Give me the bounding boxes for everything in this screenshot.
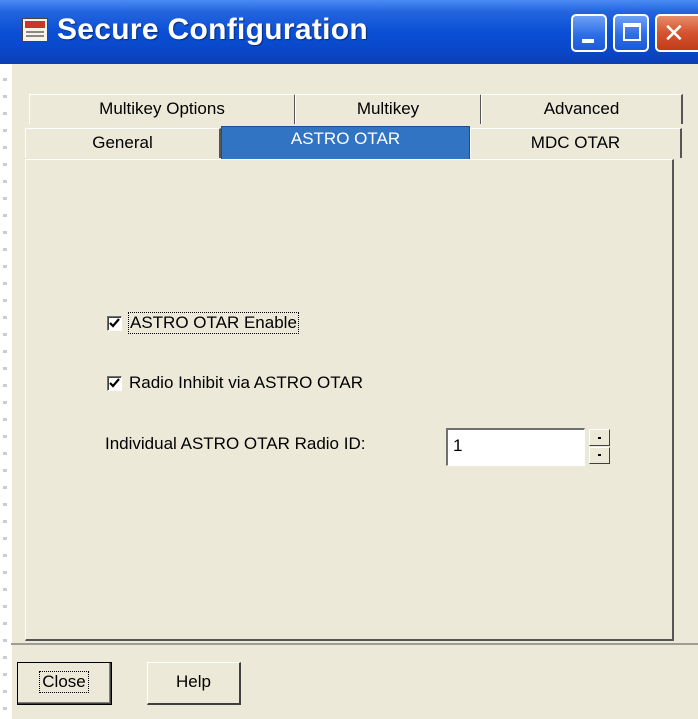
- spin-down-button[interactable]: [589, 447, 610, 464]
- maximize-button[interactable]: [613, 14, 649, 52]
- tab-mdc-otar[interactable]: MDC OTAR: [470, 128, 682, 158]
- tab-panel-astro-otar: [25, 159, 674, 641]
- left-edge-strip: [0, 64, 12, 719]
- close-button-label: Close: [39, 671, 89, 693]
- close-button[interactable]: Close: [17, 662, 112, 705]
- minimize-icon: [582, 39, 594, 43]
- doc-icon[interactable]: [22, 18, 48, 42]
- checkmark-icon: [109, 377, 120, 388]
- checkmark-icon: [109, 317, 120, 328]
- close-window-button[interactable]: ✕: [655, 14, 698, 52]
- secure-configuration-window: Secure Configuration ✕ Multikey Options …: [0, 0, 698, 719]
- tab-general[interactable]: General: [25, 128, 221, 158]
- radio-id-label: Individual ASTRO OTAR Radio ID:: [105, 434, 366, 453]
- title-bar[interactable]: Secure Configuration ✕: [0, 0, 698, 64]
- help-button[interactable]: Help: [147, 662, 241, 705]
- astro-otar-enable-checkbox[interactable]: [107, 315, 122, 331]
- spin-up-button[interactable]: [589, 429, 610, 446]
- radio-inhibit-checkbox[interactable]: [107, 375, 122, 391]
- down-arrow-icon: [598, 454, 601, 456]
- maximize-icon: [623, 23, 641, 41]
- tab-multikey-options[interactable]: Multikey Options: [29, 94, 296, 124]
- radio-id-input[interactable]: 1: [446, 428, 585, 466]
- divider: [11, 643, 698, 645]
- close-icon: ✕: [663, 19, 685, 49]
- window-title: Secure Configuration: [57, 13, 369, 46]
- radio-inhibit-label: Radio Inhibit via ASTRO OTAR: [129, 373, 363, 392]
- tab-advanced[interactable]: Advanced: [481, 94, 683, 124]
- up-arrow-icon: [598, 437, 601, 439]
- tab-astro-otar[interactable]: ASTRO OTAR: [221, 126, 470, 160]
- astro-otar-enable-row[interactable]: ASTRO OTAR Enable: [107, 311, 299, 335]
- minimize-button[interactable]: [571, 14, 607, 52]
- tab-multikey[interactable]: Multikey: [295, 94, 482, 124]
- radio-inhibit-row[interactable]: Radio Inhibit via ASTRO OTAR: [107, 371, 363, 395]
- astro-otar-enable-label: ASTRO OTAR Enable: [128, 312, 299, 334]
